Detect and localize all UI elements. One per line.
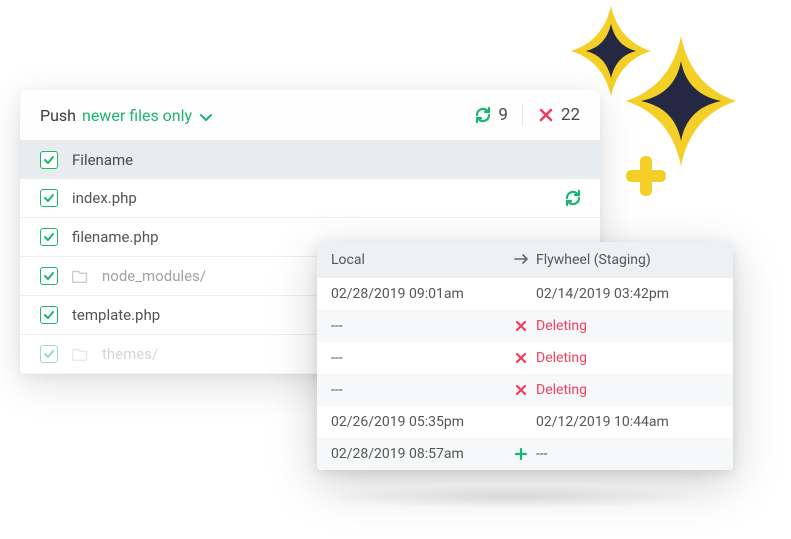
- x-icon: [537, 106, 555, 124]
- remote-value: ---: [536, 446, 719, 462]
- stat-sync-count: 9: [498, 105, 508, 125]
- push-filter-text: newer files only: [82, 106, 192, 125]
- folder-icon: [72, 346, 88, 362]
- select-all-checkbox[interactable]: [40, 151, 58, 169]
- file-name: node_modules/: [102, 267, 206, 285]
- comparison-row: --- Deleting: [317, 342, 733, 374]
- row-checkbox[interactable]: [40, 345, 58, 363]
- popup-local-header: Local: [331, 252, 506, 268]
- column-header-filename: Filename: [72, 151, 133, 169]
- local-timestamp: 02/28/2019 09:01am: [331, 286, 506, 302]
- stat-delete[interactable]: 22: [537, 105, 580, 125]
- sync-icon: [564, 189, 582, 207]
- local-timestamp: ---: [331, 318, 506, 334]
- push-filter-dropdown[interactable]: Push newer files only: [40, 106, 212, 125]
- comparison-row: --- Deleting: [317, 310, 733, 342]
- remote-value: Deleting: [536, 382, 719, 398]
- stat-sync[interactable]: 9: [474, 105, 508, 125]
- comparison-row: 02/28/2019 08:57am ---: [317, 438, 733, 470]
- table-row[interactable]: index.php: [20, 179, 600, 218]
- stats-group: 9 22: [474, 104, 580, 126]
- row-checkbox[interactable]: [40, 228, 58, 246]
- divider: [522, 104, 523, 126]
- file-name: index.php: [72, 189, 137, 207]
- row-checkbox[interactable]: [40, 306, 58, 324]
- arrow-right-icon: [506, 252, 536, 268]
- file-name: themes/: [102, 345, 158, 363]
- remote-value: Deleting: [536, 318, 719, 334]
- comparison-row: 02/28/2019 09:01am 02/14/2019 03:42pm: [317, 278, 733, 310]
- comparison-row: 02/26/2019 05:35pm 02/12/2019 10:44am: [317, 406, 733, 438]
- row-checkbox[interactable]: [40, 267, 58, 285]
- x-icon: [506, 320, 536, 332]
- comparison-row: --- Deleting: [317, 374, 733, 406]
- row-checkbox[interactable]: [40, 189, 58, 207]
- push-filter-value: newer files only: [82, 106, 212, 125]
- file-name: filename.php: [72, 228, 159, 246]
- column-header-row: Filename: [20, 141, 600, 179]
- local-timestamp: 02/28/2019 08:57am: [331, 446, 506, 462]
- shadow-decoration: [320, 485, 710, 509]
- x-icon: [506, 352, 536, 364]
- stat-delete-count: 22: [561, 105, 580, 125]
- x-icon: [506, 384, 536, 396]
- plus-icon: [506, 448, 536, 460]
- push-label: Push: [40, 106, 76, 125]
- file-name: template.php: [72, 306, 160, 324]
- local-timestamp: ---: [331, 382, 506, 398]
- remote-value: 02/12/2019 10:44am: [536, 414, 719, 430]
- folder-icon: [72, 268, 88, 284]
- sync-icon: [474, 106, 492, 124]
- local-timestamp: 02/26/2019 05:35pm: [331, 414, 506, 430]
- remote-value: 02/14/2019 03:42pm: [536, 286, 719, 302]
- popup-remote-header: Flywheel (Staging): [536, 252, 719, 268]
- chevron-down-icon: [200, 109, 212, 121]
- remote-value: Deleting: [536, 350, 719, 366]
- popup-header: Local Flywheel (Staging): [317, 242, 733, 278]
- comparison-popup: Local Flywheel (Staging) 02/28/2019 09:0…: [317, 242, 733, 470]
- local-timestamp: ---: [331, 350, 506, 366]
- panel-header: Push newer files only 9 22: [20, 90, 600, 141]
